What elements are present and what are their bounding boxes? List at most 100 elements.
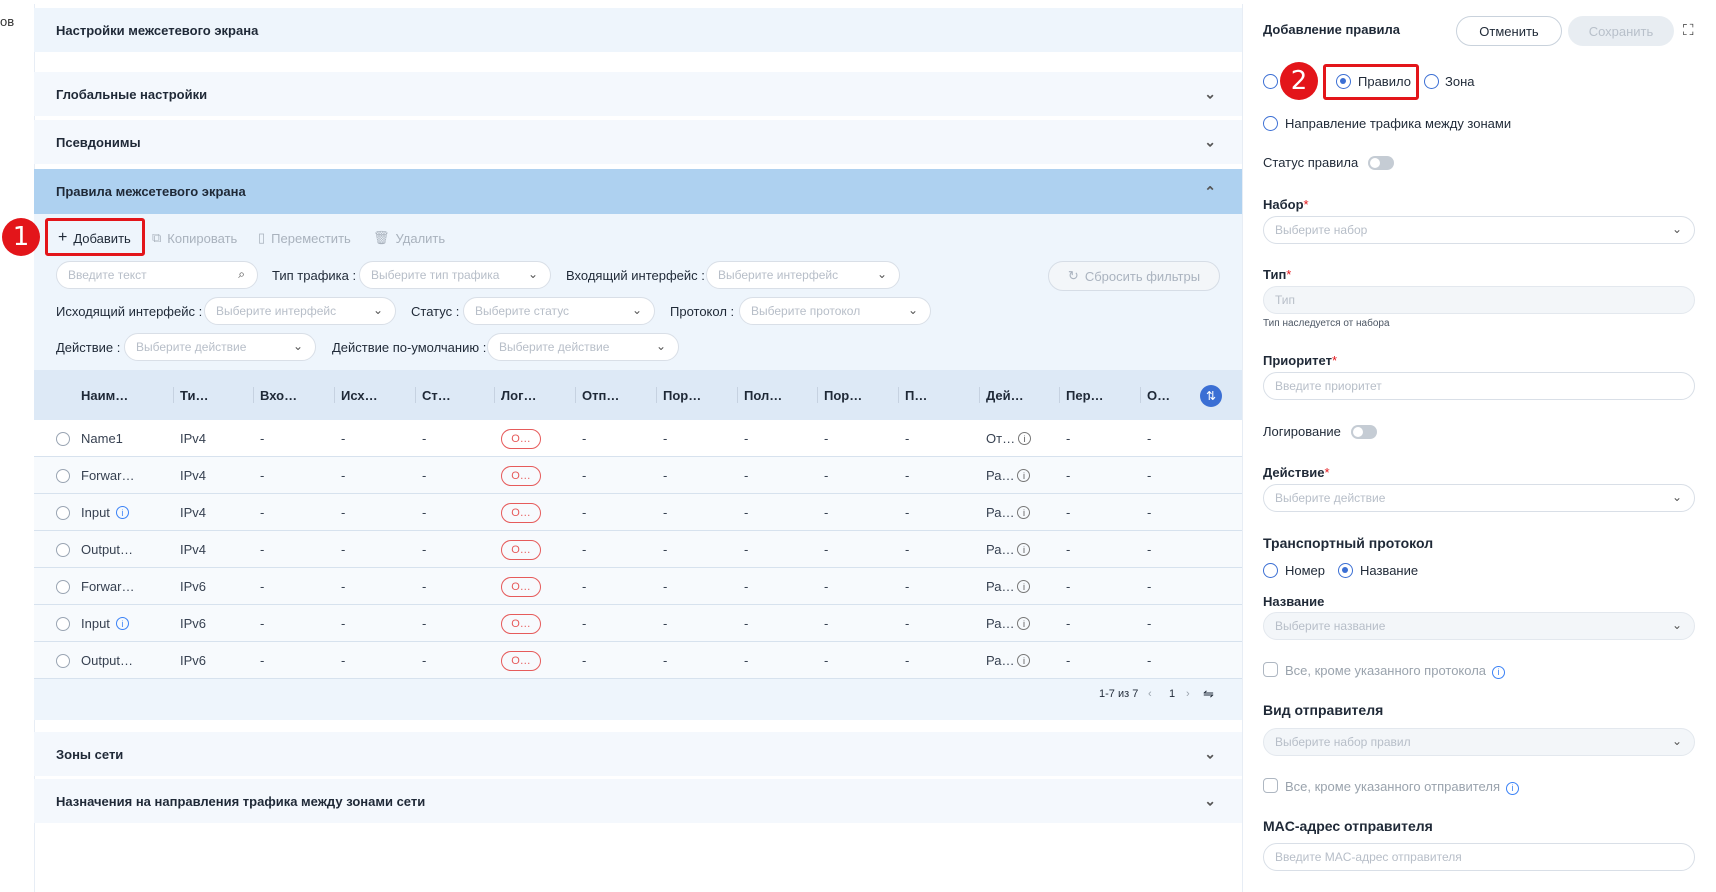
column-header[interactable]: Пор… xyxy=(663,370,744,420)
log-status-pill[interactable]: О… xyxy=(501,465,541,486)
column-header[interactable]: Ти… xyxy=(180,370,260,420)
column-header[interactable]: Пор… xyxy=(824,370,905,420)
log-status-pill[interactable]: О… xyxy=(501,539,541,560)
set-select[interactable]: Выберите набор ⌄ xyxy=(1263,216,1695,244)
action-select[interactable]: Выберите действие ⌄ xyxy=(124,333,316,361)
row-select-cell[interactable] xyxy=(56,568,70,605)
info-icon[interactable]: i xyxy=(1017,469,1031,482)
default-action-select[interactable]: Выберите действие ⌄ xyxy=(487,333,679,361)
row-select-cell[interactable] xyxy=(56,494,70,531)
row-select-cell[interactable] xyxy=(56,642,70,679)
log-status-pill[interactable]: О… xyxy=(501,650,541,671)
protocol-select[interactable]: Выберите протокол ⌄ xyxy=(739,297,931,325)
page-settings-icon[interactable]: ⇋ xyxy=(1203,686,1214,702)
mac-input[interactable]: Введите MAC-адрес отправителя xyxy=(1263,843,1695,871)
info-icon[interactable]: i xyxy=(1017,506,1031,519)
row-select-cell[interactable] xyxy=(56,457,70,494)
column-separator[interactable] xyxy=(253,387,254,403)
name-select[interactable]: Выберите название ⌄ xyxy=(1263,612,1695,640)
column-separator[interactable] xyxy=(737,387,738,403)
column-header[interactable]: Лог… xyxy=(501,370,582,420)
out-iface-select[interactable]: Выберите интерфейс ⌄ xyxy=(204,297,396,325)
logging-toggle[interactable] xyxy=(1351,425,1377,439)
except-sender-checkbox[interactable] xyxy=(1263,778,1278,793)
row-checkbox[interactable] xyxy=(56,431,70,446)
info-icon[interactable]: i xyxy=(1017,654,1031,667)
row-checkbox[interactable] xyxy=(56,579,70,594)
priority-input[interactable]: Введите приоритет xyxy=(1263,372,1695,400)
move-button[interactable]: ▯ Переместить xyxy=(258,224,351,252)
column-separator[interactable] xyxy=(979,387,980,403)
column-separator[interactable] xyxy=(575,387,576,403)
next-page-icon[interactable]: › xyxy=(1186,688,1190,700)
radio-zone[interactable] xyxy=(1424,74,1439,89)
radio-hidden-option[interactable] xyxy=(1263,74,1278,89)
sender-type-select[interactable]: Выберите набор правил ⌄ xyxy=(1263,728,1695,756)
log-status-pill[interactable]: О… xyxy=(501,613,541,634)
copy-button[interactable]: ⧉ Копировать xyxy=(152,224,237,252)
column-separator[interactable] xyxy=(656,387,657,403)
row-select-cell[interactable] xyxy=(56,605,70,642)
info-icon[interactable]: i xyxy=(115,506,129,519)
info-icon[interactable]: i xyxy=(1017,580,1031,593)
chevron-down-icon[interactable]: ⌄ xyxy=(1204,793,1216,810)
section-network-zones[interactable]: Зоны сети ⌄ xyxy=(34,732,1242,776)
row-select-cell[interactable] xyxy=(56,531,70,568)
column-settings-icon[interactable]: ⇅ xyxy=(1200,385,1222,407)
fullscreen-icon[interactable]: ⛶ xyxy=(1683,22,1694,39)
reset-filters-button[interactable]: ↻ Сбросить фильтры xyxy=(1048,261,1220,291)
column-separator[interactable] xyxy=(173,387,174,403)
radio-rule[interactable] xyxy=(1336,74,1351,89)
info-icon[interactable]: i xyxy=(1492,665,1506,679)
status-toggle[interactable] xyxy=(1368,156,1394,170)
section-zone-traffic[interactable]: Назначения на направления трафика между … xyxy=(34,779,1242,823)
table-row[interactable]: Input i IPv4- - - О… - - - - - Ра… i - - xyxy=(34,494,1242,531)
log-status-pill[interactable]: О… xyxy=(501,428,541,449)
column-header[interactable]: Исх… xyxy=(341,370,422,420)
table-row[interactable]: Forwar… IPv4 - - - О… - - - - - Ра… i - - xyxy=(34,457,1242,494)
row-checkbox[interactable] xyxy=(56,542,70,557)
radio-number[interactable] xyxy=(1263,563,1278,578)
section-firewall-rules[interactable]: Правила межсетевого экрана ⌃ xyxy=(34,169,1242,214)
info-icon[interactable]: i xyxy=(1017,617,1031,630)
column-header[interactable]: Вхо… xyxy=(260,370,341,420)
table-row[interactable]: Name1 IPv4 - - - О… - - - - - От… i - - xyxy=(34,420,1242,457)
table-row[interactable]: Output… IPv6 - - - О… - - - - - Ра… i - - xyxy=(34,642,1242,679)
info-icon[interactable]: i xyxy=(115,617,129,630)
column-separator[interactable] xyxy=(415,387,416,403)
row-select-cell[interactable] xyxy=(56,420,70,457)
column-header[interactable]: Наим… xyxy=(81,370,180,420)
chevron-down-icon[interactable]: ⌄ xyxy=(1204,86,1216,103)
except-protocol-checkbox[interactable] xyxy=(1263,662,1278,677)
info-icon[interactable]: i xyxy=(1018,432,1032,445)
table-row[interactable]: Forwar… IPv6 - - - О… - - - - - Ра… i - - xyxy=(34,568,1242,605)
prev-page-icon[interactable]: ‹ xyxy=(1148,688,1152,700)
column-separator[interactable] xyxy=(817,387,818,403)
in-iface-select[interactable]: Выберите интерфейс ⌄ xyxy=(706,261,900,289)
radio-direction[interactable] xyxy=(1263,116,1278,131)
column-separator[interactable] xyxy=(494,387,495,403)
traffic-type-select[interactable]: Выберите тип трафика ⌄ xyxy=(359,261,551,289)
radio-name[interactable] xyxy=(1338,563,1353,578)
column-header[interactable]: П… xyxy=(905,370,986,420)
chevron-down-icon[interactable]: ⌄ xyxy=(1204,746,1216,763)
column-separator[interactable] xyxy=(1140,387,1141,403)
column-header[interactable]: Пол… xyxy=(744,370,824,420)
column-header[interactable]: Ст… xyxy=(422,370,501,420)
info-icon[interactable]: i xyxy=(1017,543,1031,556)
search-input[interactable]: Введите текст ⌕ xyxy=(56,261,258,289)
chevron-down-icon[interactable]: ⌄ xyxy=(1204,134,1216,151)
chevron-up-icon[interactable]: ⌃ xyxy=(1204,183,1216,200)
column-separator[interactable] xyxy=(898,387,899,403)
column-header[interactable]: Дей… xyxy=(986,370,1066,420)
column-separator[interactable] xyxy=(334,387,335,403)
column-header[interactable]: О… xyxy=(1147,370,1194,420)
log-status-pill[interactable]: О… xyxy=(501,502,541,523)
action-select-panel[interactable]: Выберите действие ⌄ xyxy=(1263,484,1695,512)
section-global-settings[interactable]: Глобальные настройки ⌄ xyxy=(34,72,1242,116)
column-separator[interactable] xyxy=(1059,387,1060,403)
row-checkbox[interactable] xyxy=(56,468,70,483)
info-icon[interactable]: i xyxy=(1505,781,1519,795)
log-status-pill[interactable]: О… xyxy=(501,576,541,597)
row-checkbox[interactable] xyxy=(56,616,70,631)
